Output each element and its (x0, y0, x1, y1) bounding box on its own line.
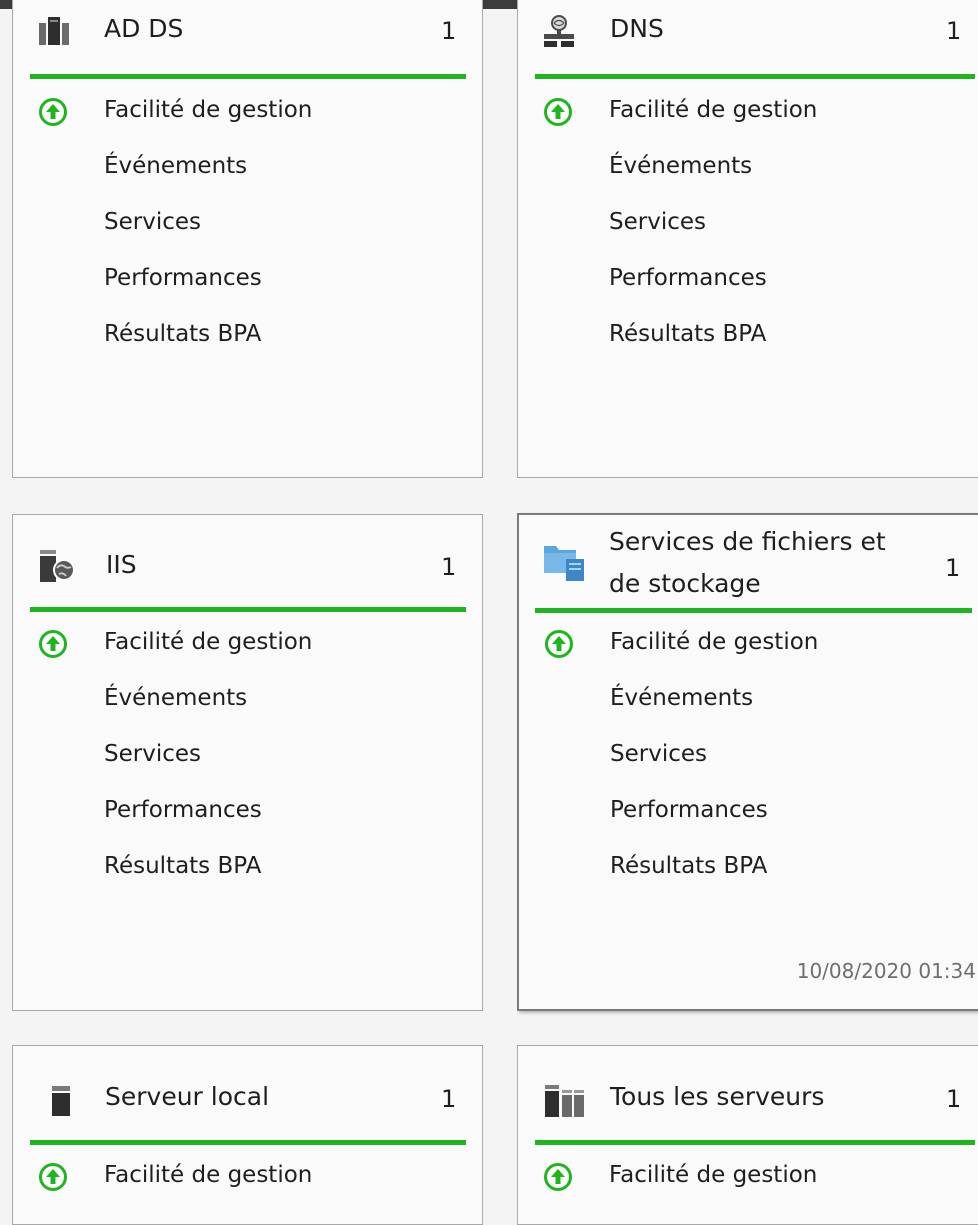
local-server-icon (52, 1086, 70, 1116)
row-label: Facilité de gestion (104, 97, 313, 123)
status-bar (30, 1140, 466, 1145)
row-label: Performances (610, 797, 768, 823)
role-tile-iis[interactable]: IIS 1 Facilité de gestion Événements Ser… (12, 514, 483, 1011)
up-arrow-status-icon (545, 630, 573, 658)
tile-row-performance[interactable]: Performances (13, 793, 482, 833)
tile-row-events[interactable]: Événements (518, 149, 978, 189)
iis-server-icon (40, 550, 75, 582)
tile-title-line-2: de stockage (609, 569, 761, 598)
status-bar (535, 74, 975, 79)
tile-row-manageability[interactable]: Facilité de gestion (13, 625, 482, 665)
tile-row-manageability[interactable]: Facilité de gestion (519, 625, 978, 665)
file-storage-folder-icon (544, 546, 584, 581)
tile-row-events[interactable]: Événements (13, 681, 482, 721)
tile-row-manageability[interactable]: Facilité de gestion (518, 93, 978, 133)
row-label: Facilité de gestion (609, 1162, 818, 1188)
tile-title: AD DS (104, 14, 184, 43)
tile-row-manageability[interactable]: Facilité de gestion (13, 93, 482, 133)
row-label: Services (609, 209, 706, 235)
row-label: Événements (104, 153, 248, 179)
up-arrow-status-icon (39, 98, 67, 126)
tile-count: 1 (945, 554, 961, 582)
tile-count: 1 (441, 553, 457, 581)
row-label: Résultats BPA (609, 321, 767, 347)
role-tile-local-server[interactable]: Serveur local 1 Facilité de gestion (12, 1045, 483, 1225)
up-arrow-status-icon (39, 630, 67, 658)
role-tile-dns[interactable]: DNS 1 Facilité de gestion Événements Ser… (517, 0, 978, 478)
tile-row-manageability[interactable]: Facilité de gestion (518, 1158, 978, 1198)
row-label: Facilité de gestion (104, 1162, 313, 1188)
last-refresh-timestamp: 10/08/2020 01:34 (796, 959, 976, 983)
tile-row-events[interactable]: Événements (519, 681, 978, 721)
dns-server-icon (544, 15, 574, 47)
tile-row-bpa-results[interactable]: Résultats BPA (13, 849, 482, 889)
row-label: Événements (104, 685, 248, 711)
tile-row-services[interactable]: Services (13, 737, 482, 777)
tile-row-performance[interactable]: Performances (518, 261, 978, 301)
row-label: Performances (104, 265, 262, 291)
tile-row-performance[interactable]: Performances (13, 261, 482, 301)
tile-row-manageability[interactable]: Facilité de gestion (13, 1158, 482, 1198)
row-label: Services (104, 741, 201, 767)
row-label: Performances (104, 797, 262, 823)
tile-row-services[interactable]: Services (518, 205, 978, 245)
tile-row-services[interactable]: Services (13, 205, 482, 245)
up-arrow-status-icon (544, 98, 572, 126)
row-label: Facilité de gestion (609, 97, 818, 123)
role-tile-ad-ds[interactable]: AD DS 1 Facilité de gestion Événements S… (12, 0, 483, 478)
all-servers-icon (545, 1085, 584, 1117)
tile-count: 1 (441, 17, 457, 45)
row-label: Services (610, 741, 707, 767)
role-tile-file-storage-services[interactable]: Services de fichiers et de stockage 1 Fa… (517, 513, 978, 1011)
ad-ds-server-icon (39, 17, 69, 45)
tile-title: IIS (106, 550, 137, 579)
tile-title: Serveur local (105, 1082, 270, 1111)
row-label: Résultats BPA (104, 321, 262, 347)
tile-count: 1 (946, 17, 962, 45)
row-label: Performances (609, 265, 767, 291)
up-arrow-status-icon (544, 1163, 572, 1191)
tile-row-bpa-results[interactable]: Résultats BPA (13, 317, 482, 357)
tile-title: Tous les serveurs (610, 1082, 825, 1111)
row-label: Facilité de gestion (610, 629, 819, 655)
up-arrow-status-icon (39, 1163, 67, 1191)
tile-row-performance[interactable]: Performances (519, 793, 978, 833)
row-label: Événements (609, 153, 753, 179)
status-bar (535, 608, 972, 613)
status-bar (30, 74, 466, 79)
row-label: Facilité de gestion (104, 629, 313, 655)
tile-row-bpa-results[interactable]: Résultats BPA (518, 317, 978, 357)
row-label: Événements (610, 685, 754, 711)
row-label: Résultats BPA (610, 853, 768, 879)
tile-row-services[interactable]: Services (519, 737, 978, 777)
status-bar (535, 1140, 975, 1145)
tile-title: DNS (610, 14, 664, 43)
tile-count: 1 (946, 1085, 962, 1113)
tile-row-bpa-results[interactable]: Résultats BPA (519, 849, 978, 889)
row-label: Résultats BPA (104, 853, 262, 879)
tile-title-line-1: Services de fichiers et (609, 527, 886, 556)
tile-count: 1 (441, 1085, 457, 1113)
tile-row-events[interactable]: Événements (13, 149, 482, 189)
role-tile-all-servers[interactable]: Tous les serveurs 1 Facilité de gestion (517, 1045, 978, 1225)
status-bar (30, 607, 466, 612)
row-label: Services (104, 209, 201, 235)
